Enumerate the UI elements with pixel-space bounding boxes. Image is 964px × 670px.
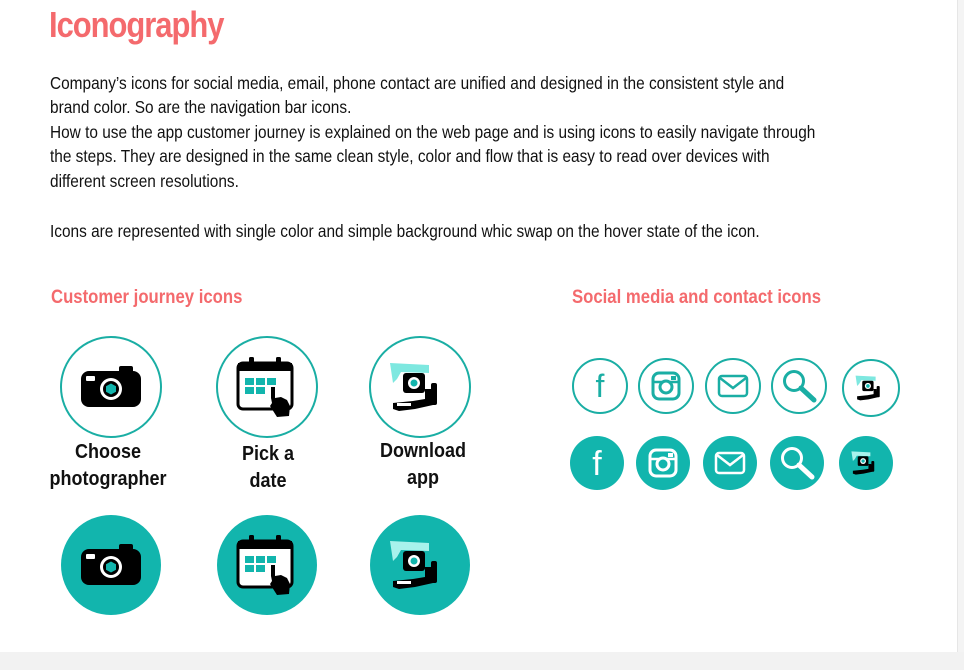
- facebook-glyph: f: [596, 370, 605, 402]
- facebook-button-hover[interactable]: f: [570, 436, 624, 490]
- calendar-tap-icon: [236, 535, 294, 595]
- instagram-icon: [648, 448, 678, 478]
- journey-paragraph: How to use the app customer journey is e…: [50, 122, 816, 191]
- hover-paragraph: Icons are represented with single color …: [50, 221, 760, 241]
- facebook-glyph: f: [592, 447, 602, 479]
- search-icon: [781, 447, 815, 480]
- download-app-small-button-hover[interactable]: [839, 436, 893, 490]
- social-contact-heading: Social media and contact icons: [572, 287, 822, 308]
- choose-photographer-label: Choose photographer: [36, 439, 180, 493]
- label-line: date: [249, 470, 287, 492]
- camera-icon: [81, 544, 141, 585]
- download-app-label: Download app: [351, 438, 495, 492]
- page-scroll-edge: [957, 0, 964, 670]
- label-line: Pick a: [241, 443, 295, 465]
- customer-journey-heading: Customer journey icons: [51, 287, 243, 308]
- instagram-button-hover[interactable]: [636, 436, 690, 490]
- email-icon: [714, 451, 746, 475]
- pick-a-date-label: Pick a date: [196, 441, 340, 495]
- search-button-hover[interactable]: [770, 436, 824, 490]
- instagram-button[interactable]: [638, 358, 694, 414]
- label-line: Download: [379, 440, 466, 462]
- facebook-button[interactable]: f: [572, 358, 628, 414]
- download-app-button-hover[interactable]: [370, 515, 470, 615]
- label-line: app: [406, 467, 440, 489]
- email-icon: [717, 374, 749, 398]
- facebook-icon: f: [592, 447, 602, 479]
- page-bottom-edge: [0, 652, 964, 670]
- label-line: Choose: [74, 441, 142, 463]
- search-button[interactable]: [771, 358, 827, 414]
- download-app-icon: [851, 451, 875, 475]
- instagram-icon: [651, 371, 681, 401]
- camera-icon: [81, 366, 141, 407]
- label-line: photographer: [49, 468, 167, 490]
- intro-paragraph: Company’s icons for social media, email,…: [50, 73, 785, 118]
- facebook-icon: f: [596, 370, 605, 402]
- download-app-icon: [390, 363, 437, 411]
- download-app-small-button[interactable]: [842, 359, 900, 417]
- download-app-icon: [390, 541, 437, 589]
- download-app-icon: [855, 375, 880, 401]
- calendar-tap-icon: [236, 357, 294, 417]
- choose-photographer-button-hover[interactable]: [61, 515, 161, 615]
- email-button[interactable]: [705, 358, 761, 414]
- pick-a-date-button-hover[interactable]: [217, 515, 317, 615]
- download-app-button[interactable]: [369, 336, 471, 438]
- pick-a-date-button[interactable]: [216, 336, 318, 438]
- page-title: Iconography: [49, 4, 224, 45]
- email-button-hover[interactable]: [703, 436, 757, 490]
- choose-photographer-button[interactable]: [60, 336, 162, 438]
- search-icon: [783, 370, 817, 403]
